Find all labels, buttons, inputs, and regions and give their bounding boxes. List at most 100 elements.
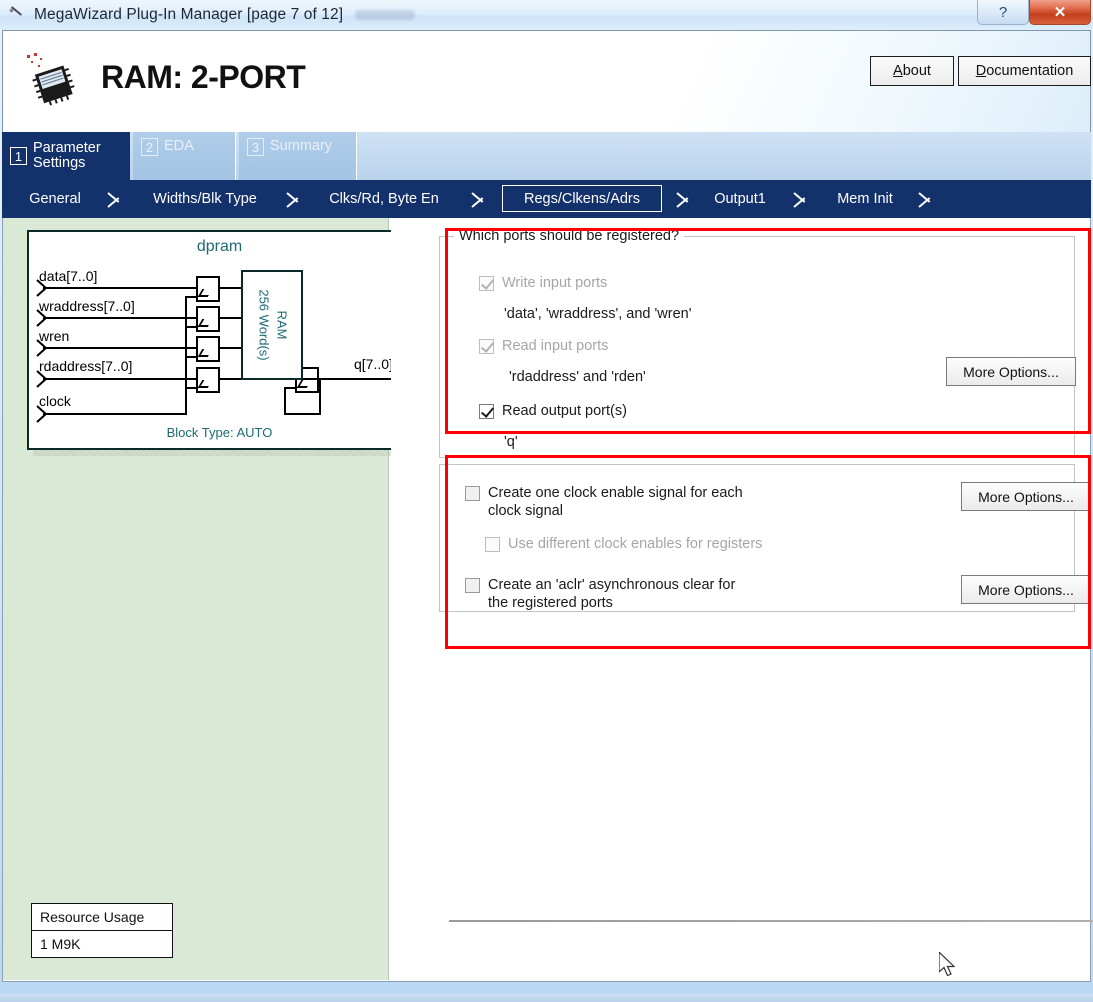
create-clock-enable-label: Create one clock enable signal for each … <box>488 484 743 520</box>
subtab-regs-clkens-adrs[interactable]: Regs/Clkens/Adrs <box>502 185 662 212</box>
different-clock-enables-checkbox <box>485 537 500 552</box>
window-title: MegaWizard Plug-In Manager [page 7 of 12… <box>34 6 344 23</box>
read-input-ports-label: Read input ports <box>502 338 609 354</box>
about-accel: A <box>893 63 903 79</box>
documentation-label-rest: ocumentation <box>986 63 1074 79</box>
close-button[interactable]: ✕ <box>1029 0 1091 25</box>
tab-number-3: 3 <box>247 138 264 156</box>
diagram-block-type: Block Type: AUTO <box>166 425 273 440</box>
clock-enable-more-options-button[interactable]: More Options... <box>961 482 1091 511</box>
different-clock-enables-checkbox-row: Use different clock enables for register… <box>485 535 885 553</box>
wire-data <box>43 287 199 289</box>
documentation-accel: D <box>975 63 987 79</box>
block-diagram: dpram data[7..0] wraddress[7..0] wren rd… <box>27 230 412 450</box>
subtab-output1[interactable]: Output1 <box>702 180 778 218</box>
chip-icon <box>27 53 75 106</box>
preview-pane: dpram data[7..0] wraddress[7..0] wren rd… <box>3 218 418 980</box>
write-input-ports-checkbox-row[interactable]: Write input ports <box>479 274 899 292</box>
help-button[interactable]: ? <box>977 0 1029 25</box>
wire-reg-ram-2 <box>220 317 242 319</box>
create-aclr-checkbox-row[interactable]: Create an 'aclr' asynchronous clear for … <box>465 576 865 612</box>
chevron-right-icon-3 <box>470 188 492 210</box>
diagram-port-q: q[7..0] <box>354 356 393 372</box>
tab-label-line1: Parameter <box>33 139 101 156</box>
chevron-right-icon-4 <box>675 188 697 210</box>
tab-number-1: 1 <box>10 147 27 165</box>
subtab-general[interactable]: General <box>10 180 100 218</box>
page-title: RAM: 2-PORT <box>101 59 306 95</box>
wizard-tab-strip: 1 Parameter Settings 2 EDA 3 Summary <box>2 132 1091 180</box>
wire-wren <box>43 347 199 349</box>
write-input-ports-label: Write input ports <box>502 275 608 291</box>
registered-ports-more-options-button[interactable]: More Options... <box>946 357 1076 386</box>
sub-tab-strip: General Widths/Blk Type Clks/Rd, Byte En… <box>2 180 1091 218</box>
aclr-more-options-button[interactable]: More Options... <box>961 575 1091 604</box>
tab-number-2: 2 <box>141 138 158 156</box>
settings-pane: Which ports should be registered? Write … <box>391 218 1093 980</box>
tab-label-parameter-settings: Parameter Settings <box>33 139 101 171</box>
read-input-ports-detail: 'rdaddress' and 'rden' <box>509 369 646 385</box>
wire-ram-out-drop <box>319 378 321 414</box>
subtab-clks-rd-byte-en[interactable]: Clks/Rd, Byte En <box>314 180 454 218</box>
chevron-right-icon-6 <box>917 188 939 210</box>
tab-label-summary: Summary <box>270 138 333 154</box>
diagram-port-rdaddress: rdaddress[7..0] <box>39 358 133 374</box>
footer-separator <box>449 920 1093 922</box>
ram-label-ram: RAM <box>274 310 290 340</box>
chevron-right-icon-5 <box>792 188 814 210</box>
window-controls: ? ✕ <box>977 0 1093 26</box>
register-data <box>196 276 220 302</box>
read-input-ports-checkbox <box>479 339 494 354</box>
read-input-ports-checkbox-row[interactable]: Read input ports <box>479 337 899 355</box>
resource-usage-box: Resource Usage 1 M9K <box>31 903 173 958</box>
resource-usage-header: Resource Usage <box>32 904 172 931</box>
create-clock-enable-label-line2: clock signal <box>488 503 563 520</box>
wire-wraddress <box>43 317 199 319</box>
write-input-ports-checkbox <box>479 276 494 291</box>
read-output-ports-checkbox[interactable] <box>479 404 494 419</box>
diagram-module-name: dpram <box>196 238 243 255</box>
register-rdaddress <box>196 367 220 393</box>
subtab-widths-blk-type[interactable]: Widths/Blk Type <box>140 180 270 218</box>
create-clock-enable-label-line1: Create one clock enable signal for each <box>488 485 743 501</box>
megawizard-window: MegaWizard Plug-In Manager [page 7 of 12… <box>0 0 1093 1002</box>
window-bottom-strip <box>0 994 1093 1002</box>
create-aclr-label: Create an 'aclr' asynchronous clear for … <box>488 576 735 612</box>
wire-q-clk-riser <box>284 387 286 415</box>
about-label-rest: bout <box>902 63 931 79</box>
wire-q-clock <box>284 413 321 415</box>
create-clock-enable-checkbox-row[interactable]: Create one clock enable signal for each … <box>465 484 865 520</box>
create-clock-enable-checkbox[interactable] <box>465 486 480 501</box>
write-input-ports-detail: 'data', 'wraddress', and 'wren' <box>504 306 692 322</box>
wire-clock <box>43 413 185 415</box>
title-ghost-artifact <box>355 10 416 20</box>
tab-parameter-settings[interactable]: 1 Parameter Settings <box>2 132 130 180</box>
register-wren <box>196 336 220 362</box>
ram-label-words: 256 Word(s) <box>256 289 272 361</box>
wizard-body: dpram data[7..0] wraddress[7..0] wren rd… <box>2 218 1093 982</box>
header-banner: RAM: 2-PORT About Documentation <box>2 30 1091 132</box>
wand-icon <box>6 5 28 27</box>
tab-label-line2: Settings <box>33 155 86 171</box>
create-aclr-checkbox[interactable] <box>465 578 480 593</box>
chevron-right-icon-1 <box>106 188 128 210</box>
read-output-ports-checkbox-row[interactable]: Read output port(s) <box>479 402 899 420</box>
tab-eda[interactable]: 2 EDA <box>133 132 236 180</box>
wire-reg-ram-3 <box>220 347 242 349</box>
resource-usage-value: 1 M9K <box>40 936 81 952</box>
wire-reg-ram-1 <box>220 287 242 289</box>
create-aclr-label-line1: Create an 'aclr' asynchronous clear for <box>488 577 736 593</box>
title-bar: MegaWizard Plug-In Manager [page 7 of 12… <box>0 0 1093 30</box>
subtab-mem-init[interactable]: Mem Init <box>822 180 908 218</box>
different-clock-enables-label: Use different clock enables for register… <box>508 536 763 552</box>
create-aclr-label-line2: the registered ports <box>488 595 613 612</box>
tab-summary[interactable]: 3 Summary <box>239 132 357 180</box>
read-output-ports-label: Read output port(s) <box>502 403 627 419</box>
register-wraddress <box>196 306 220 332</box>
wire-reg-ram-4 <box>220 378 242 380</box>
read-output-ports-detail: 'q' <box>504 434 518 450</box>
ram-block: 256 Word(s) RAM <box>241 270 303 380</box>
documentation-button[interactable]: Documentation <box>958 56 1091 86</box>
about-button[interactable]: About <box>870 56 954 86</box>
diagram-port-wraddress: wraddress[7..0] <box>39 298 135 314</box>
